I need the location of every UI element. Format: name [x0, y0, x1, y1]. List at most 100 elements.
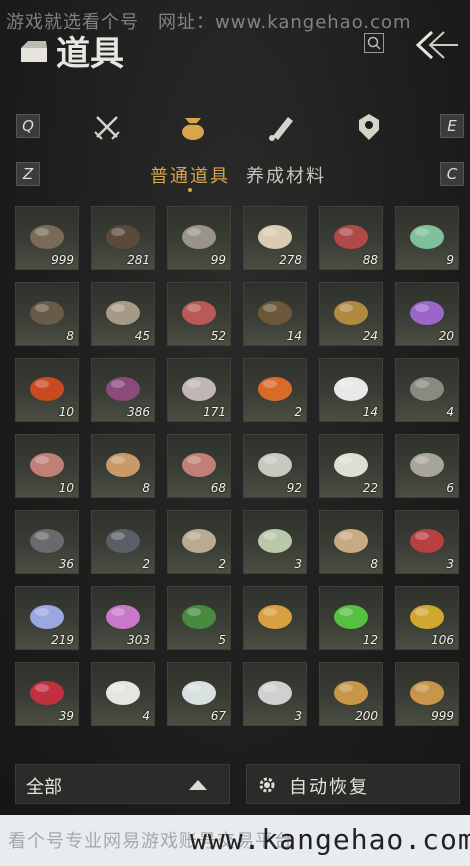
subtab-common-items[interactable]: 普通道具: [150, 162, 230, 188]
item-slot[interactable]: 106: [395, 586, 459, 650]
search-icon[interactable]: [364, 33, 384, 53]
item-grid: 999 281 99 278 88 9 8 45 52 14 24 20 10 386 171 2 14 4 10 8…: [15, 206, 463, 746]
sacks-icon: [334, 528, 368, 553]
item-slot[interactable]: 68: [167, 434, 231, 498]
category-tabs: Q E: [0, 108, 470, 148]
item-slot[interactable]: 999: [15, 206, 79, 270]
item-slot[interactable]: 219: [15, 586, 79, 650]
item-slot[interactable]: 3: [243, 662, 307, 726]
item-slot[interactable]: 12: [319, 586, 383, 650]
item-slot[interactable]: 92: [243, 434, 307, 498]
red-stone-icon: [30, 376, 64, 401]
item-slot[interactable]: 39: [15, 662, 79, 726]
item-slot[interactable]: 281: [91, 206, 155, 270]
item-count: 106: [431, 633, 454, 647]
item-slot[interactable]: 88: [319, 206, 383, 270]
item-slot[interactable]: 67: [167, 662, 231, 726]
item-slot[interactable]: 278: [243, 206, 307, 270]
item-slot[interactable]: 99: [167, 206, 231, 270]
item-count: 22: [362, 481, 378, 495]
item-count: 2: [294, 405, 302, 419]
inventory-icon: [21, 40, 47, 62]
auto-restore-label: 自动恢复: [289, 777, 369, 798]
tab-weapons[interactable]: [90, 110, 124, 144]
key-hint-c[interactable]: C: [440, 162, 464, 186]
item-count: 8: [142, 481, 150, 495]
tab-items[interactable]: [176, 110, 210, 144]
item-count: 3: [294, 557, 302, 571]
auto-restore-button[interactable]: 自动恢复: [246, 764, 460, 804]
footer-watermark: 看个号专业网易游戏账号交易平台 www.kangehao.com: [0, 815, 470, 866]
wool-icon: [334, 452, 368, 477]
item-slot[interactable]: 36: [15, 510, 79, 574]
item-count: 4: [142, 709, 150, 723]
small-fish-icon: [410, 452, 444, 477]
item-slot[interactable]: 8: [15, 282, 79, 346]
dark-feather-icon: [106, 224, 140, 249]
top-bar: 游戏就选看个号 网址：www.kangehao.com 道具: [0, 0, 470, 95]
title-area: 道具: [18, 26, 124, 75]
orange-flower-icon: [258, 376, 292, 401]
back-icon[interactable]: [410, 28, 460, 62]
item-count: 999: [51, 253, 74, 267]
filter-label: 全部: [26, 777, 62, 798]
item-slot[interactable]: [243, 586, 307, 650]
item-slot[interactable]: 10: [15, 358, 79, 422]
bowl-icon: [106, 452, 140, 477]
turtle-shell-icon: [334, 680, 368, 705]
tab-scrolls[interactable]: [264, 110, 298, 144]
item-count: 9: [446, 253, 454, 267]
item-slot[interactable]: 4: [91, 662, 155, 726]
item-slot[interactable]: 3: [243, 510, 307, 574]
item-slot[interactable]: 4: [395, 358, 459, 422]
key-hint-z[interactable]: Z: [16, 162, 40, 186]
item-slot[interactable]: 14: [319, 358, 383, 422]
item-count: 5: [218, 633, 226, 647]
item-slot[interactable]: 3: [395, 510, 459, 574]
filter-dropdown[interactable]: 全部: [15, 764, 230, 804]
item-slot[interactable]: 22: [319, 434, 383, 498]
needles-icon: [258, 452, 292, 477]
item-slot[interactable]: 386: [91, 358, 155, 422]
item-count: 278: [279, 253, 302, 267]
page-title: 道具: [56, 34, 124, 74]
key-hint-e[interactable]: E: [440, 114, 464, 138]
item-slot[interactable]: 8: [319, 510, 383, 574]
item-count: 4: [446, 405, 454, 419]
fur-tail-icon: [258, 680, 292, 705]
footer-site: www.kangehao.com: [190, 823, 470, 856]
fish-icon: [182, 224, 216, 249]
item-slot[interactable]: 171: [167, 358, 231, 422]
item-slot[interactable]: 14: [243, 282, 307, 346]
item-slot[interactable]: 2: [91, 510, 155, 574]
white-flower-icon: [106, 680, 140, 705]
item-slot[interactable]: 999: [395, 662, 459, 726]
item-slot[interactable]: 303: [91, 586, 155, 650]
item-slot[interactable]: 2: [167, 510, 231, 574]
item-slot[interactable]: 8: [91, 434, 155, 498]
green-herb-icon: [182, 604, 216, 629]
tab-badges[interactable]: [352, 110, 386, 144]
item-slot[interactable]: 5: [167, 586, 231, 650]
item-count: 12: [362, 633, 378, 647]
item-slot[interactable]: 52: [167, 282, 231, 346]
item-slot[interactable]: 2: [243, 358, 307, 422]
item-count: 999: [431, 709, 454, 723]
bottom-bar: 全部 自动恢复: [0, 758, 470, 808]
item-slot[interactable]: 200: [319, 662, 383, 726]
item-count: 2: [218, 557, 226, 571]
subtab-materials[interactable]: 养成材料: [246, 162, 326, 188]
item-slot[interactable]: 20: [395, 282, 459, 346]
item-slot[interactable]: 6: [395, 434, 459, 498]
key-hint-q[interactable]: Q: [16, 114, 40, 138]
item-slot[interactable]: 9: [395, 206, 459, 270]
coal-icon: [30, 528, 64, 553]
herb-sprig-icon: [182, 376, 216, 401]
bone-icon: [182, 528, 216, 553]
item-slot[interactable]: 10: [15, 434, 79, 498]
pink-flower-icon: [106, 604, 140, 629]
feathers-bundle-icon: [30, 300, 64, 325]
item-slot[interactable]: 24: [319, 282, 383, 346]
item-count: 281: [127, 253, 150, 267]
item-slot[interactable]: 45: [91, 282, 155, 346]
